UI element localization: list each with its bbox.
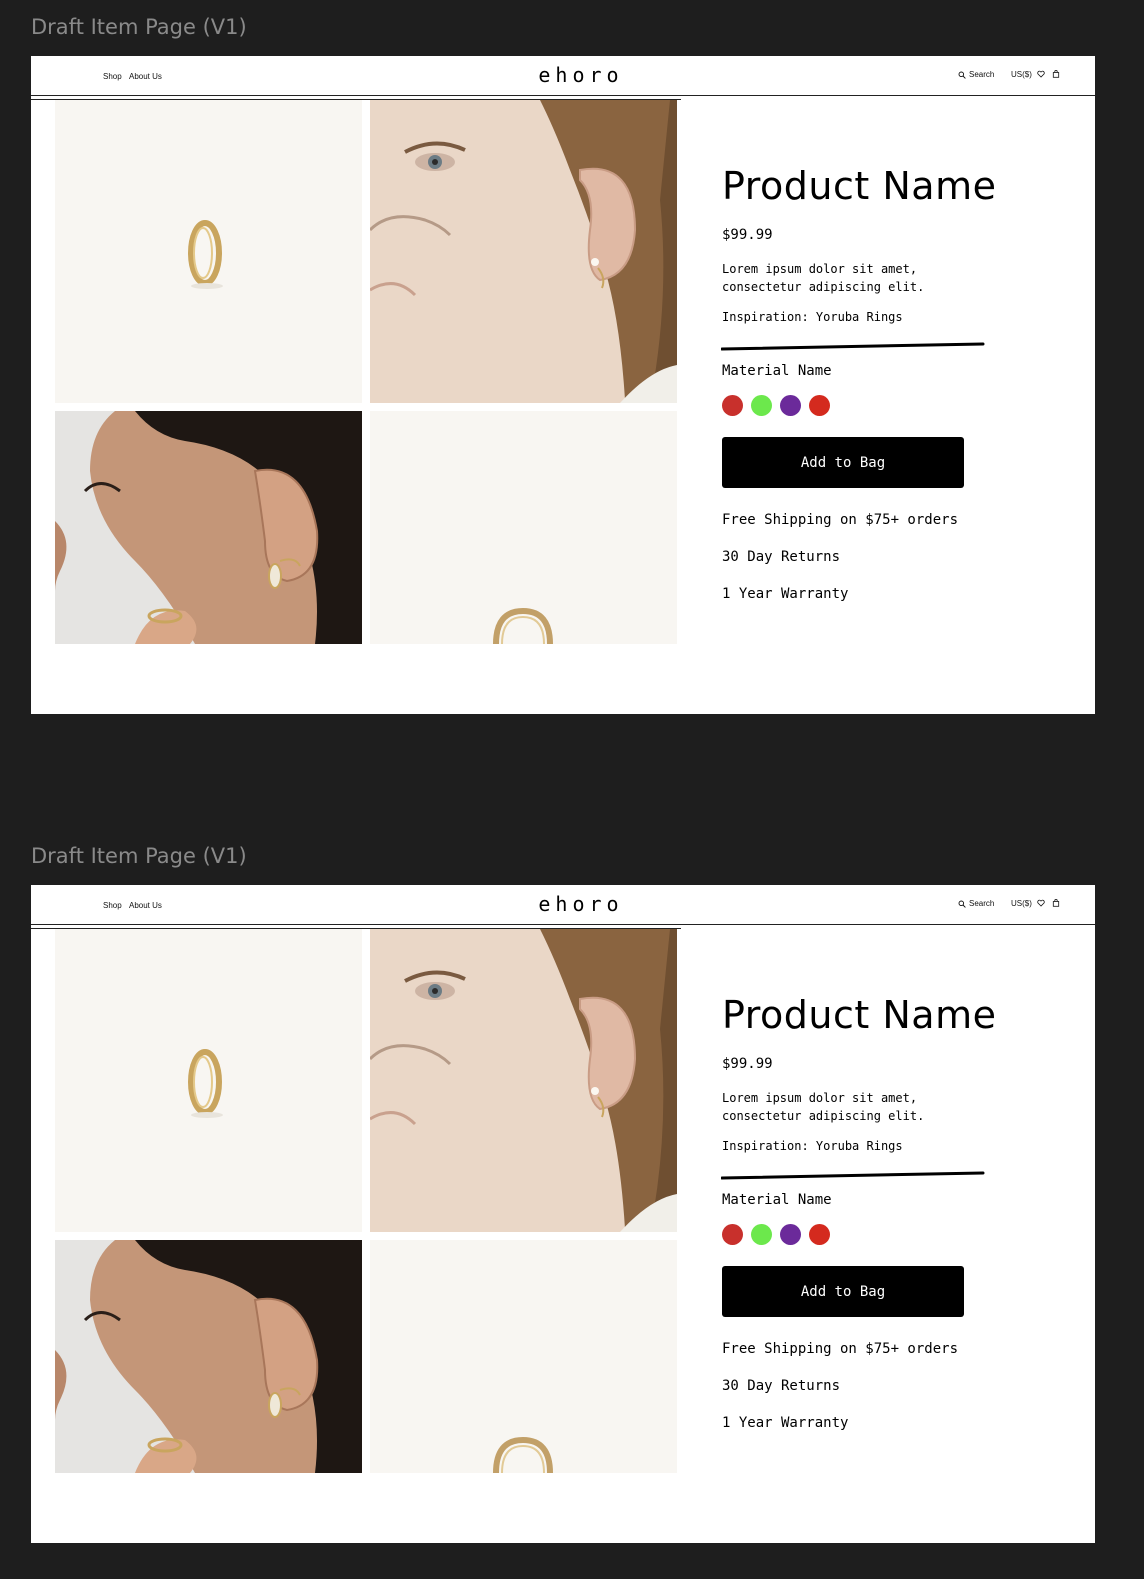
search-icon bbox=[958, 71, 966, 79]
brand-logo[interactable]: ehoro bbox=[31, 892, 1095, 916]
item-page-frame: Shop About Us ehoro Search US($) Product… bbox=[31, 885, 1095, 1543]
perk-returns: 30 Day Returns bbox=[722, 1378, 841, 1394]
material-swatch-1[interactable] bbox=[722, 1224, 743, 1245]
section-divider bbox=[721, 1171, 985, 1180]
search-button[interactable]: Search bbox=[958, 70, 994, 79]
material-swatch-1[interactable] bbox=[722, 395, 743, 416]
frame-label: Draft Item Page (V1) bbox=[31, 844, 247, 868]
site-header: Shop About Us ehoro Search US($) bbox=[31, 56, 1095, 95]
frame-label: Draft Item Page (V1) bbox=[31, 15, 247, 39]
product-inspiration: Inspiration: Yoruba Rings bbox=[722, 310, 903, 324]
perk-warranty: 1 Year Warranty bbox=[722, 586, 849, 602]
currency-selector[interactable]: US($) bbox=[1011, 899, 1032, 908]
material-label: Material Name bbox=[722, 363, 832, 379]
product-image-ring-detail[interactable] bbox=[370, 1240, 677, 1473]
product-description: Lorem ipsum dolor sit amet, consectetur … bbox=[722, 262, 925, 294]
site-header: Shop About Us ehoro Search US($) bbox=[31, 885, 1095, 924]
material-swatch-2[interactable] bbox=[751, 395, 772, 416]
material-swatch-2[interactable] bbox=[751, 1224, 772, 1245]
product-price: $99.99 bbox=[722, 1056, 773, 1072]
search-label: Search bbox=[969, 70, 995, 79]
search-icon bbox=[958, 900, 966, 908]
bag-icon bbox=[1052, 899, 1060, 907]
section-divider bbox=[721, 342, 985, 351]
cart-button[interactable] bbox=[1052, 899, 1060, 907]
product-description: Lorem ipsum dolor sit amet, consectetur … bbox=[722, 1091, 925, 1123]
perk-shipping: Free Shipping on $75+ orders bbox=[722, 1341, 959, 1357]
material-swatches bbox=[722, 395, 830, 416]
product-image-ring-detail[interactable] bbox=[370, 411, 677, 644]
product-name: Product Name bbox=[722, 164, 997, 208]
perk-returns: 30 Day Returns bbox=[722, 549, 841, 565]
product-image-model-profile[interactable] bbox=[55, 1240, 362, 1473]
heart-icon bbox=[1037, 70, 1045, 78]
search-button[interactable]: Search bbox=[958, 899, 994, 908]
perk-warranty: 1 Year Warranty bbox=[722, 1415, 849, 1431]
product-image-ring[interactable] bbox=[55, 929, 362, 1232]
product-image-ring[interactable] bbox=[55, 100, 362, 403]
wishlist-button[interactable] bbox=[1037, 70, 1045, 78]
cart-button[interactable] bbox=[1052, 70, 1060, 78]
add-to-bag-button[interactable]: Add to Bag bbox=[722, 437, 964, 488]
material-swatch-3[interactable] bbox=[780, 395, 801, 416]
product-inspiration: Inspiration: Yoruba Rings bbox=[722, 1139, 903, 1153]
material-swatches bbox=[722, 1224, 830, 1245]
currency-selector[interactable]: US($) bbox=[1011, 70, 1032, 79]
header-divider bbox=[31, 95, 1095, 96]
add-to-bag-button[interactable]: Add to Bag bbox=[722, 1266, 964, 1317]
item-page-frame: Shop About Us ehoro Search US($) Product… bbox=[31, 56, 1095, 714]
product-name: Product Name bbox=[722, 993, 997, 1037]
product-image-model-profile[interactable] bbox=[55, 411, 362, 644]
product-price: $99.99 bbox=[722, 227, 773, 243]
brand-logo[interactable]: ehoro bbox=[31, 63, 1095, 87]
header-divider bbox=[31, 924, 1095, 925]
heart-icon bbox=[1037, 899, 1045, 907]
wishlist-button[interactable] bbox=[1037, 899, 1045, 907]
product-image-model-front[interactable] bbox=[370, 100, 677, 403]
search-label: Search bbox=[969, 899, 995, 908]
material-swatch-4[interactable] bbox=[809, 395, 830, 416]
material-swatch-3[interactable] bbox=[780, 1224, 801, 1245]
perk-shipping: Free Shipping on $75+ orders bbox=[722, 512, 959, 528]
bag-icon bbox=[1052, 70, 1060, 78]
material-label: Material Name bbox=[722, 1192, 832, 1208]
material-swatch-4[interactable] bbox=[809, 1224, 830, 1245]
product-image-model-front[interactable] bbox=[370, 929, 677, 1232]
